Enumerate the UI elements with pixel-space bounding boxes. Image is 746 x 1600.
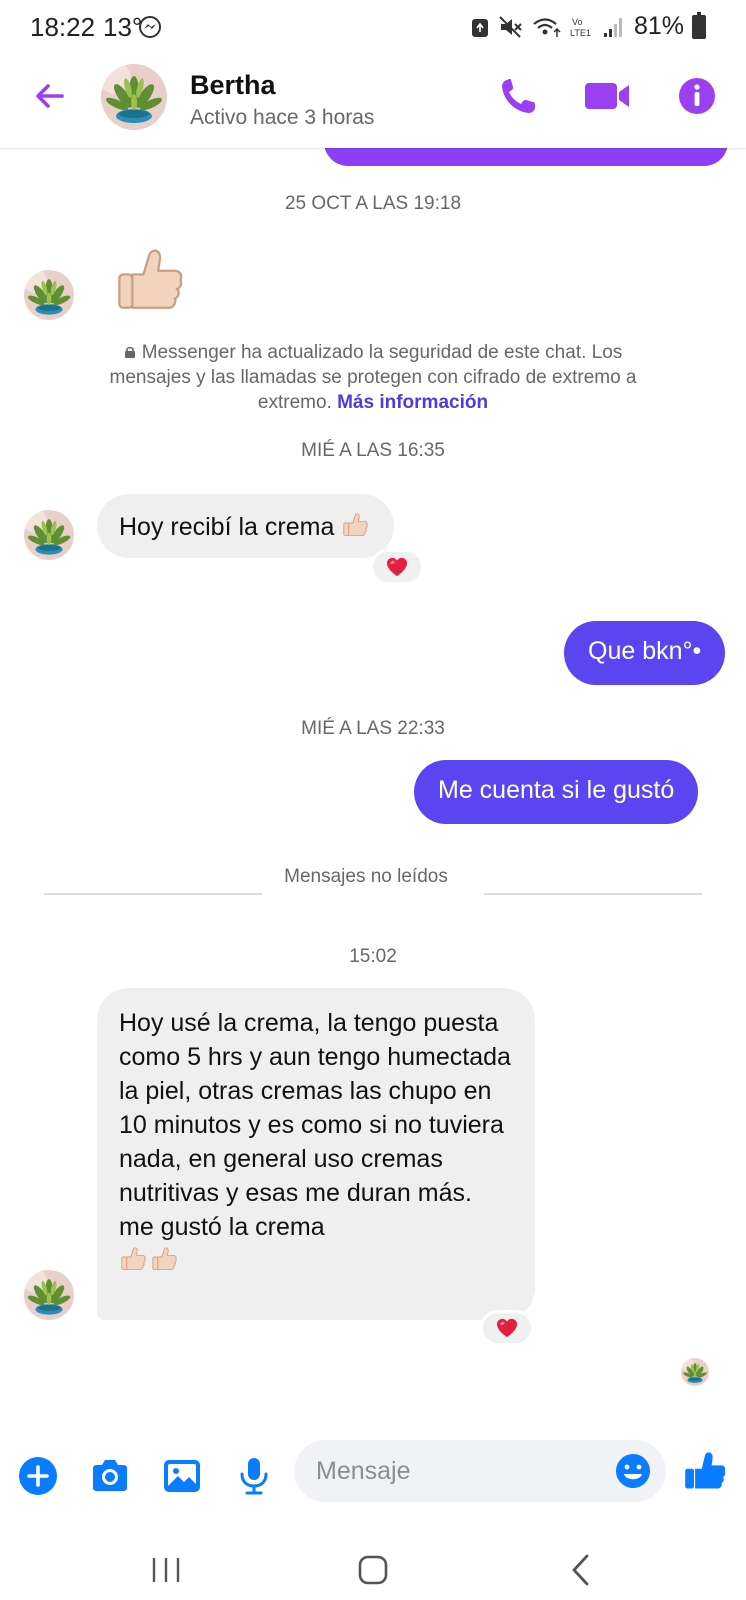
more-info-link[interactable]: Más información [337,392,488,413]
signal-icon [603,17,622,37]
heart-icon [386,557,408,577]
status-bar: 18:22 13° Vo LTE1 81% [0,0,746,56]
phone-icon[interactable] [497,74,541,118]
thumbs-up-emoji [150,1245,178,1273]
volte-icon: Vo LTE1 [570,17,591,38]
received-message[interactable]: Hoy recibí la crema [97,494,395,558]
info-icon[interactable] [675,74,719,118]
chat-header: Bertha Activo hace 3 horas [0,56,746,148]
thumbs-up-sticker[interactable] [112,238,186,322]
back-nav-icon[interactable] [562,1550,602,1590]
seen-indicator-avatar [681,1358,709,1386]
svg-text:Vo: Vo [572,17,583,27]
timestamp: 25 OCT A LAS 19:18 [284,193,462,214]
battery-percentage: 81% [633,12,684,40]
system-nav-bar [0,1540,746,1600]
mute-icon [499,15,522,38]
received-message[interactable]: Hoy usé la crema, la tengo puesta como 5… [97,988,535,1320]
recycle-icon [471,18,488,37]
contact-name[interactable]: Bertha [190,70,276,101]
video-camera-icon[interactable] [583,74,633,118]
image-icon[interactable] [160,1454,204,1498]
battery-icon [692,11,706,39]
heart-reaction[interactable] [480,1310,534,1346]
message-text: Hoy recibí la crema [119,513,335,541]
thumbs-up-emoji [341,511,369,539]
unread-messages-divider: Mensajes no leídos [284,866,448,887]
sender-avatar [24,270,74,320]
message-input[interactable] [294,1440,666,1502]
divider-left [44,893,262,895]
divider-right [484,893,702,895]
thumbs-up-icon[interactable] [683,1450,727,1494]
status-time: 18:22 [30,12,96,42]
contact-avatar[interactable] [101,64,167,130]
heart-icon [496,1318,518,1338]
timestamp: MIÉ A LAS 16:35 [301,440,445,461]
timestamp: 15:02 [349,946,397,967]
message-text: Hoy usé la crema, la tengo puesta como 5… [119,1009,511,1241]
emoji-icon[interactable] [614,1452,652,1490]
encryption-notice: Messenger ha actualizado la seguridad de… [100,340,646,415]
sender-avatar [24,510,74,560]
status-right-group: Vo LTE1 81% [470,11,706,41]
timestamp: MIÉ A LAS 22:33 [301,718,445,739]
sent-message[interactable]: Me cuenta si le gustó [414,760,699,824]
wifi-icon [533,17,561,37]
contact-status: Activo hace 3 horas [190,106,375,129]
sent-message[interactable]: Que bkn°• [564,621,726,685]
thumbs-up-emoji [119,1245,147,1273]
lock-icon [124,346,135,358]
arrow-left-icon[interactable] [28,74,72,118]
recent-apps-icon[interactable] [146,1550,186,1590]
sender-avatar [24,1270,74,1320]
home-icon[interactable] [353,1550,393,1590]
microphone-icon[interactable] [232,1454,276,1498]
messenger-icon [139,16,161,38]
plus-icon[interactable] [16,1454,60,1498]
message-composer [0,1440,746,1530]
heart-reaction[interactable] [370,549,424,585]
svg-text:LTE1: LTE1 [570,28,591,38]
camera-icon[interactable] [88,1454,132,1498]
status-temperature: 13° [103,12,143,42]
